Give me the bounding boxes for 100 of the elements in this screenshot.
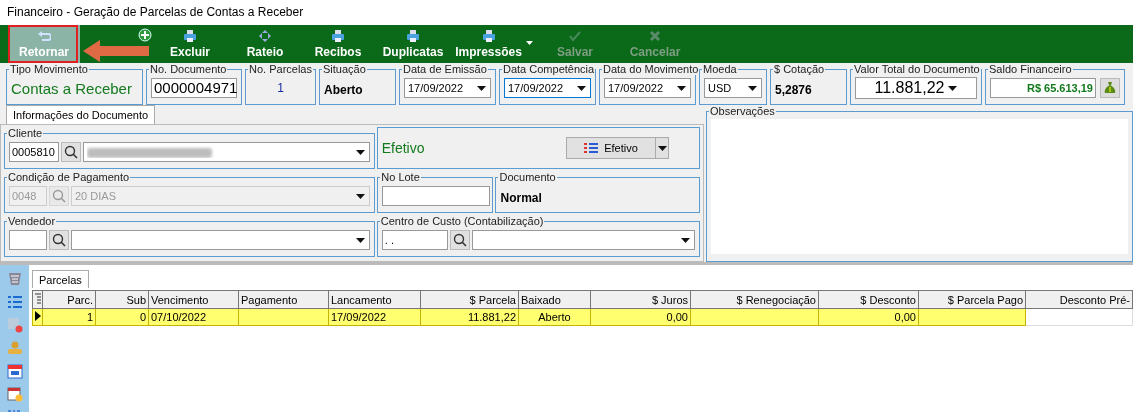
printer-icon <box>183 29 197 43</box>
window-title: Financeiro - Geração de Parcelas de Contas a Receber <box>0 0 1133 25</box>
column-chooser-button[interactable] <box>32 290 43 309</box>
group-label: Data de Emissão <box>402 63 488 75</box>
dropdown-button[interactable] <box>656 137 669 159</box>
group-label: Saldo Financeiro <box>988 63 1073 75</box>
calendar-icon <box>6 386 23 402</box>
movement-type: Contas a Receber <box>11 79 133 97</box>
toolbar-button[interactable]: Rateio <box>230 25 300 63</box>
group-label: Situação <box>322 63 367 75</box>
input-field[interactable] <box>382 186 491 206</box>
column-header[interactable]: Pagamento <box>238 290 329 309</box>
calendar-icon <box>6 363 23 379</box>
cost-center-field[interactable]: . . <box>381 230 448 250</box>
money-bag-button[interactable] <box>1100 78 1120 98</box>
caret-icon <box>677 85 686 91</box>
balance-field: R$ 65.613,19 <box>990 78 1096 98</box>
search-icon <box>64 145 78 159</box>
code-field: 0048 <box>9 186 47 206</box>
column-header[interactable]: $ Juros <box>590 290 691 309</box>
document-number-field[interactable]: 0000004971 <box>151 78 237 98</box>
printer-icon <box>331 29 345 43</box>
person-icon <box>6 340 23 356</box>
toolbar-button[interactable]: Recibos <box>300 25 376 63</box>
dropdown[interactable]: 11.881,22 <box>855 77 977 99</box>
check-icon <box>568 29 582 43</box>
column-header[interactable]: $ Parcela Pago <box>918 290 1026 309</box>
dropdown[interactable]: 17/09/2022 <box>404 78 491 98</box>
move-arrows-icon <box>258 29 272 43</box>
column-header[interactable]: Vencimento <box>148 290 239 309</box>
column-header[interactable]: Lancamento <box>328 290 421 309</box>
caret-icon <box>748 85 757 91</box>
tab[interactable]: Parcelas <box>32 270 89 288</box>
status-text: Efetivo <box>381 140 425 156</box>
group-label: Valor Total do Documento <box>853 63 981 75</box>
group-label: Documento <box>498 171 557 183</box>
dropdown[interactable]: 17/09/2022 <box>504 78 591 98</box>
caret-icon <box>947 85 957 91</box>
caret-icon <box>356 193 366 199</box>
side-button[interactable] <box>5 293 24 311</box>
search-button[interactable] <box>449 230 470 250</box>
annotation-arrow <box>82 39 150 63</box>
caret-icon <box>681 237 690 243</box>
basket-icon <box>6 271 23 287</box>
group-label: No Lote <box>380 171 421 183</box>
group-label: Tipo Movimento <box>9 63 89 75</box>
code-field[interactable]: 0005810 <box>9 142 59 162</box>
tab[interactable]: Informações do Documento <box>6 105 156 124</box>
side-button[interactable] <box>5 316 24 334</box>
group-label: Data Competência <box>502 63 596 75</box>
group-label: Observações <box>709 105 776 117</box>
search-icon <box>452 233 467 247</box>
group-label: No. Parcelas <box>248 63 313 75</box>
column-header[interactable]: Desconto Pré- <box>1025 290 1133 309</box>
row-pointer-icon <box>34 311 41 321</box>
list-icon <box>6 294 23 310</box>
group-label: Condição de Pagamento <box>7 171 131 183</box>
code-field[interactable] <box>9 230 47 250</box>
search-icon <box>52 189 66 203</box>
field-value: 5,2876 <box>775 81 813 97</box>
menu-icon <box>34 292 41 305</box>
group-label: Centro de Custo (Contabilização) <box>379 215 545 227</box>
caret-icon <box>355 237 365 243</box>
dropdown[interactable]: 17/09/2022 <box>604 78 691 98</box>
table-icon <box>6 317 23 333</box>
dropdown[interactable]: USD <box>704 78 762 98</box>
column-header[interactable]: $ Parcela <box>420 290 519 309</box>
undo-icon <box>37 29 51 43</box>
group-label: Cliente <box>7 127 44 139</box>
printer-icon <box>406 29 420 43</box>
column-header[interactable]: $ Renegociação <box>690 290 819 309</box>
search-icon <box>52 233 66 247</box>
group-label: Data do Movimento <box>602 63 700 75</box>
toolbar-button[interactable]: Duplicatas <box>376 25 450 63</box>
highlight-box <box>8 25 78 63</box>
column-header[interactable]: Baixado <box>518 290 591 309</box>
add-button[interactable] <box>138 28 152 42</box>
column-header[interactable]: Parc. <box>42 290 96 309</box>
group-label: Moeda <box>702 63 738 75</box>
plus-icon <box>138 28 152 42</box>
group-label: No. Documento <box>149 63 228 75</box>
list-icon <box>584 143 599 153</box>
column-header[interactable]: Sub <box>95 290 149 309</box>
printer-icon <box>481 29 496 43</box>
search-button[interactable] <box>61 142 81 162</box>
toolbar-button[interactable]: Excluir <box>150 25 230 63</box>
side-button[interactable] <box>5 362 24 380</box>
field-value: Aberto <box>324 81 364 97</box>
status-button[interactable]: Efetivo <box>566 137 656 159</box>
column-header[interactable]: $ Desconto <box>818 290 919 309</box>
caret-icon <box>526 41 533 45</box>
search-button[interactable] <box>49 230 69 250</box>
group-label: Vendedor <box>7 215 57 227</box>
installment-count: 1 <box>276 81 285 95</box>
caret-icon <box>477 85 486 91</box>
close-icon <box>648 29 662 43</box>
side-button[interactable] <box>5 385 24 403</box>
toolbar-button[interactable]: Impressões <box>450 25 535 63</box>
caret-icon <box>577 85 586 91</box>
caret-icon <box>657 145 667 151</box>
